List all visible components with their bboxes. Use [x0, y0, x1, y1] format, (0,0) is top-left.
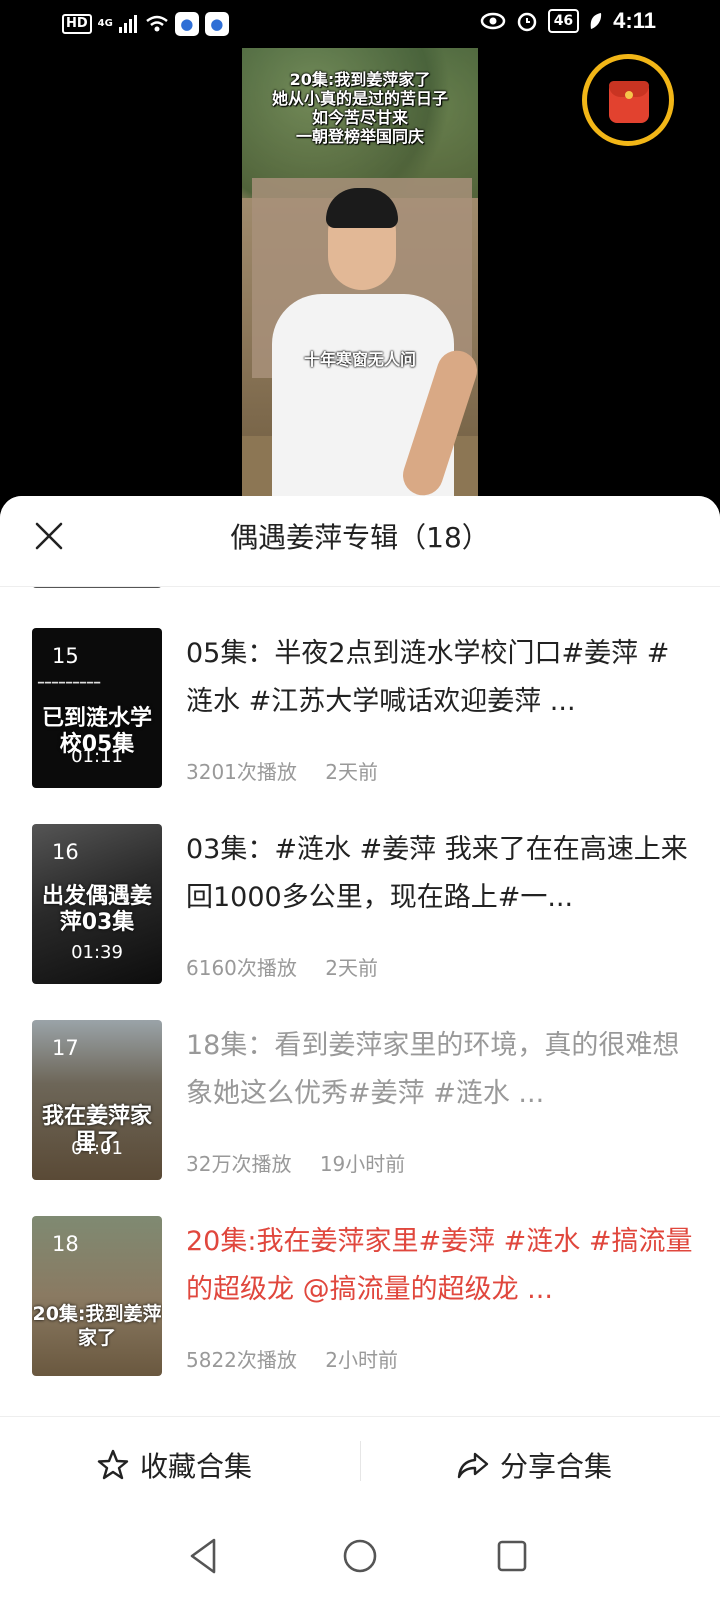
episode-title[interactable]: 20集:我在姜萍家里#姜萍 #涟水 #搞流量的超级龙 @搞流量的超级龙 ...: [186, 1218, 696, 1314]
episode-thumbnail[interactable]: 17 我在姜萍家里了 04:01: [32, 1020, 162, 1180]
hd-indicator: HD: [62, 14, 92, 34]
system-nav-bar: [0, 1516, 720, 1600]
network-indicator: 4G: [97, 18, 113, 29]
episode-thumbnail[interactable]: 16 出发偶遇姜萍03集 01:39: [32, 824, 162, 984]
school-sign-graphic: ━━━━━━━━━: [38, 678, 102, 689]
episode-item[interactable]: 17 我在姜萍家里了 04:01 18集：看到姜萍家里的环境，真的很难想象她这么…: [0, 1020, 720, 1216]
back-icon[interactable]: [186, 1536, 220, 1576]
wifi-icon: [146, 15, 168, 32]
eye-icon: [480, 12, 505, 30]
play-count: 6160次播放: [186, 956, 297, 980]
red-envelope-coin: [625, 91, 633, 99]
episode-meta: 32万次播放 19小时前: [186, 1148, 427, 1177]
action-bar: 收藏合集 分享合集: [0, 1416, 720, 1517]
episode-title[interactable]: 05集：半夜2点到涟水学校门口#姜萍 #涟水 #江苏大学喊话欢迎姜萍 ...: [186, 630, 696, 726]
baidu-paw-icon: ●: [204, 12, 229, 36]
publish-time: 19小时前: [319, 1152, 406, 1176]
video-caption-line: 她从小真的是过的苦日子: [271, 89, 448, 108]
thumbnail-title: 20集:我到姜萍家了: [32, 1303, 162, 1349]
share-collection-button[interactable]: 分享合集: [456, 1445, 612, 1485]
episode-index: 17: [52, 1036, 79, 1060]
episode-meta: 5822次播放 2小时前: [186, 1344, 420, 1373]
clock: 4:11: [613, 8, 656, 33]
episode-duration: 04:01: [71, 1138, 123, 1159]
play-count: 5822次播放: [186, 1348, 297, 1372]
episode-meta: 6160次播放 2天前: [186, 952, 400, 981]
episode-item[interactable]: 15 ━━━━━━━━━ 已到涟水学校05集 01:11 05集：半夜2点到涟水…: [0, 628, 720, 824]
signal-icon: [118, 15, 137, 33]
thumbnail-title: 出发偶遇姜萍03集: [41, 884, 152, 935]
episode-meta: 3201次播放 2天前: [186, 756, 400, 785]
play-count: 32万次播放: [186, 1152, 292, 1176]
publish-time: 2天前: [325, 956, 378, 980]
play-count: 3201次播放: [186, 760, 297, 784]
episode-list: 15 ━━━━━━━━━ 已到涟水学校05集 01:11 05集：半夜2点到涟水…: [0, 628, 720, 1412]
episode-title[interactable]: 18集：看到姜萍家里的环境，真的很难想象她这么优秀#姜萍 #涟水 ...: [186, 1022, 696, 1118]
episode-title[interactable]: 03集：#涟水 #姜萍 我来了在在高速上来回1000多公里，现在路上#一...: [186, 826, 696, 922]
video-player[interactable]: 20集:我到姜萍家了 她从小真的是过的苦日子 如今苦尽甘来 一朝登榜举国同庆 十…: [242, 48, 478, 496]
episode-index: 15: [52, 644, 79, 668]
star-icon: [97, 1449, 129, 1480]
episode-item[interactable]: 16 出发偶遇姜萍03集 01:39 03集：#涟水 #姜萍 我来了在在高速上来…: [0, 824, 720, 1020]
video-subtitle: 十年寒窗无人问: [303, 350, 416, 369]
episode-duration: 01:11: [71, 746, 123, 767]
collect-label: 收藏合集: [140, 1450, 253, 1483]
baidu-paw-icon: ●: [174, 12, 199, 36]
recent-apps-icon[interactable]: [496, 1536, 528, 1576]
collect-collection-button[interactable]: 收藏合集: [96, 1445, 252, 1485]
video-caption: 20集:我到姜萍家了 她从小真的是过的苦日子 如今苦尽甘来 一朝登榜举国同庆: [242, 70, 478, 146]
episode-thumbnail[interactable]: 15 ━━━━━━━━━ 已到涟水学校05集 01:11: [32, 628, 162, 788]
publish-time: 2小时前: [325, 1348, 398, 1372]
share-label: 分享合集: [500, 1450, 613, 1483]
publish-time: 2天前: [325, 760, 378, 784]
alarm-icon: [517, 12, 536, 32]
video-caption-line: 20集:我到姜萍家了: [289, 70, 431, 89]
episode-index: 18: [52, 1232, 79, 1256]
video-caption-line: 如今苦尽甘来: [311, 108, 408, 127]
leaf-icon: [590, 13, 602, 29]
episode-thumbnail[interactable]: 18 20集:我到姜萍家了: [32, 1216, 162, 1376]
episode-item-current[interactable]: 18 20集:我到姜萍家了 20集:我在姜萍家里#姜萍 #涟水 #搞流量的超级龙…: [0, 1216, 720, 1412]
red-packet-button[interactable]: [582, 54, 674, 146]
battery-indicator: 46: [547, 9, 580, 33]
action-divider: [360, 1441, 361, 1481]
video-caption-line: 一朝登榜举国同庆: [295, 127, 424, 146]
status-bar: HD 4G ● ● 46 4:11: [0, 0, 720, 48]
episode-index: 16: [52, 840, 79, 864]
sheet-header: 偶遇姜萍专辑（18）: [0, 496, 720, 587]
home-icon[interactable]: [342, 1536, 378, 1576]
episode-duration: 01:39: [71, 942, 123, 963]
sheet-title: 偶遇姜萍专辑（18）: [230, 521, 490, 554]
share-icon: [457, 1452, 489, 1479]
